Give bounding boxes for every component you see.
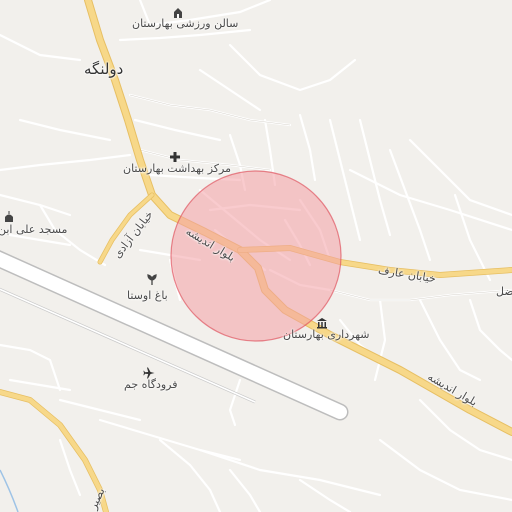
municipality-icon[interactable] (316, 314, 328, 329)
airport-icon[interactable] (143, 364, 155, 379)
map-view[interactable]: سالن ورزشی بهارستان دولنگه مرکز بهداشت ب… (0, 0, 512, 512)
health-center-label: مرکز بهداشت بهارستان (123, 162, 232, 175)
health-center-icon[interactable] (169, 148, 181, 162)
mosque-label: مسجد علی ابن (0, 223, 68, 236)
mosque-icon[interactable] (3, 208, 15, 222)
road-label-edge: ضل (496, 285, 512, 298)
town-label: دولنگه (84, 60, 124, 78)
stream (0, 469, 19, 512)
map-base-layer (0, 0, 512, 512)
sports-hall-label: سالن ورزشی بهارستان (132, 17, 239, 30)
municipality-label: شهرداری بهارستان (283, 328, 370, 341)
garden-label: باغ اوستا (127, 289, 168, 302)
sports-hall-icon[interactable] (172, 4, 184, 18)
airport-label: فرودگاه جم (124, 378, 178, 391)
garden-icon[interactable] (146, 271, 158, 285)
